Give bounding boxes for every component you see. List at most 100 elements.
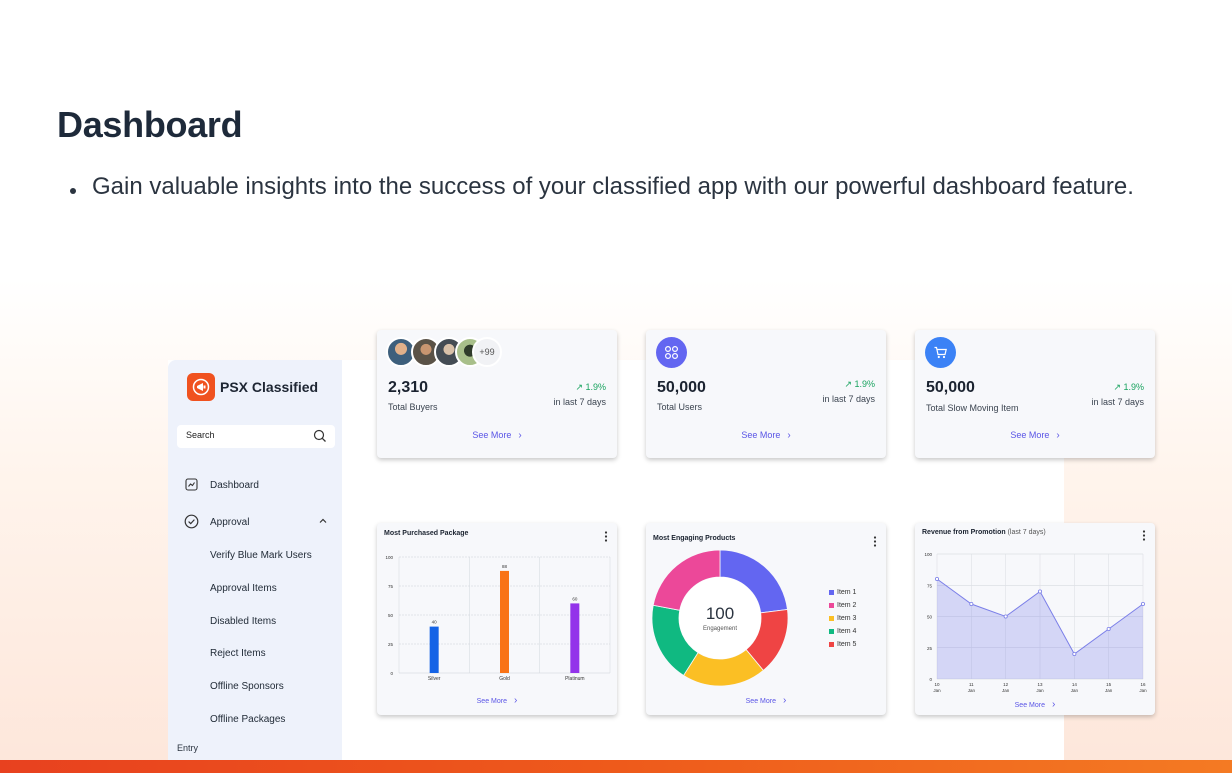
see-more-link[interactable]: See More › (646, 695, 886, 706)
data-label: 40 (432, 620, 438, 625)
see-more-link[interactable]: See More › (915, 430, 1155, 441)
legend-label: Item 3 (837, 615, 857, 622)
stat-card-total-users: 50,000 Total Users ↗ 1.9% in last 7 days… (646, 330, 886, 458)
see-more-label: See More (745, 698, 776, 705)
legend-item: Item 2 (829, 599, 856, 612)
sidebar-subitem-offline-sponsors[interactable]: Offline Sponsors (210, 681, 284, 692)
y-tick-label: 75 (927, 583, 933, 588)
y-tick-label: 25 (927, 646, 933, 651)
search-input[interactable] (186, 430, 306, 440)
y-tick-label: 0 (390, 671, 393, 676)
search-box[interactable] (177, 425, 335, 448)
bar-chart: 0 25 50 75 100 40 Silver 88 Gold 60 Platinum (385, 555, 611, 682)
see-more-label: See More (476, 698, 507, 705)
data-point (1003, 614, 1008, 619)
legend-label: Item 1 (837, 589, 857, 596)
bullet-dot (70, 171, 92, 202)
data-label: 60 (572, 596, 578, 601)
chevron-right-icon: › (787, 430, 791, 441)
sidebar-subitem-verify-blue-mark-users[interactable]: Verify Blue Mark Users (210, 550, 312, 561)
y-tick-label: 25 (388, 642, 394, 647)
data-point (1072, 652, 1077, 657)
stat-period: in last 7 days (822, 394, 875, 404)
brand-name: PSX Classified (220, 379, 319, 395)
x-tick-label: Jan (1139, 688, 1147, 693)
legend-label: Item 5 (837, 641, 857, 648)
sidebar-item-dashboard[interactable]: Dashboard (168, 475, 342, 495)
y-tick-label: 50 (927, 615, 933, 620)
avatar-more-count[interactable]: +99 (472, 337, 502, 367)
chevron-right-icon: › (1056, 430, 1060, 441)
data-point (934, 577, 939, 582)
sidebar-item-approval[interactable]: Approval (168, 512, 342, 532)
cart-icon (925, 337, 956, 368)
sidebar-item-label: Approval (210, 517, 250, 528)
see-more-link[interactable]: See More › (377, 430, 617, 441)
chevron-right-icon: › (1052, 699, 1056, 710)
bottom-accent-bar (0, 760, 1232, 773)
x-tick-label: Jan (1002, 688, 1010, 693)
chart-title: Revenue from Promotion (last 7 days) (922, 529, 1046, 536)
legend-label: Item 4 (837, 628, 857, 635)
sidebar-subitem-disabled-items[interactable]: Disabled Items (210, 616, 276, 627)
bullet-item: Gain valuable insights into the success … (70, 171, 1170, 202)
see-more-label: See More (1014, 702, 1045, 709)
see-more-link[interactable]: See More › (377, 695, 617, 706)
x-tick-label: Silver (428, 676, 441, 682)
legend-swatch (829, 616, 834, 621)
sidebar-item-label: Dashboard (210, 480, 259, 491)
x-tick-label: Jan (1036, 688, 1044, 693)
see-more-label: See More (472, 430, 512, 440)
stat-card-total-buyers: +99 2,310 Total Buyers ↗ 1.9% in last 7 … (377, 330, 617, 458)
legend-swatch (829, 629, 834, 634)
megaphone-icon (187, 373, 215, 401)
x-tick-label: Jan (968, 688, 976, 693)
sidebar-subitem-reject-items[interactable]: Reject Items (210, 648, 266, 659)
stat-value: 2,310 (388, 379, 429, 396)
chevron-up-icon[interactable] (318, 516, 328, 529)
area-fill (937, 579, 1143, 679)
stat-period: in last 7 days (1091, 397, 1144, 407)
see-more-link[interactable]: See More › (915, 699, 1155, 710)
x-tick-label: 12 (1003, 682, 1009, 687)
see-more-link[interactable]: See More › (646, 430, 886, 441)
stat-value: 50,000 (657, 379, 706, 396)
x-tick-label: Gold (499, 676, 510, 682)
data-point (969, 602, 974, 607)
legend-swatch (829, 603, 834, 608)
stat-change: ↗ 1.9% (844, 379, 875, 389)
chart-title: Most Engaging Products (653, 535, 736, 542)
stat-label: Total Buyers (388, 402, 438, 412)
stat-period: in last 7 days (553, 397, 606, 407)
search-icon[interactable] (313, 429, 327, 448)
x-tick-label: 14 (1072, 682, 1078, 687)
x-tick-label: Jan (1071, 688, 1079, 693)
page-title: Dashboard (57, 104, 243, 145)
stat-change: ↗ 1.9% (575, 382, 606, 392)
bar (500, 570, 509, 673)
sidebar: PSX Classified Dashboard Approval Verify… (168, 360, 342, 760)
y-tick-label: 50 (388, 613, 394, 618)
sidebar-subitem-approval-items[interactable]: Approval Items (210, 583, 277, 594)
legend-item: Item 4 (829, 625, 856, 638)
y-tick-label: 100 (924, 552, 932, 557)
stat-card-slow-moving-items: 50,000 Total Slow Moving Item ↗ 1.9% in … (915, 330, 1155, 458)
data-point (1106, 627, 1111, 632)
data-point (1038, 589, 1043, 594)
bullet-text: Gain valuable insights into the success … (92, 173, 1134, 200)
more-options-icon[interactable] (873, 534, 877, 552)
chart-card-most-purchased-package: Most Purchased Package 0 25 50 75 100 40 Silve… (377, 523, 617, 715)
y-tick-label: 100 (385, 555, 393, 560)
legend-swatch (829, 642, 834, 647)
stat-change: ↗ 1.9% (1113, 382, 1144, 392)
chart-legend: Item 1 Item 2 Item 3 Item 4 Item 5 (829, 586, 856, 651)
stat-value: 50,000 (926, 379, 975, 396)
area-chart: 025507510010Jan11Jan12Jan13Jan14Jan15Jan… (924, 552, 1147, 693)
donut-center-label: Engagement (702, 626, 738, 632)
chart-title-main: Revenue from Promotion (922, 529, 1006, 536)
stat-label: Total Users (657, 402, 703, 412)
x-tick-label: Jan (1105, 688, 1113, 693)
stat-label: Total Slow Moving Item (926, 403, 1019, 413)
sidebar-section-label: Entry (177, 743, 199, 753)
sidebar-subitem-offline-packages[interactable]: Offline Packages (210, 714, 285, 725)
